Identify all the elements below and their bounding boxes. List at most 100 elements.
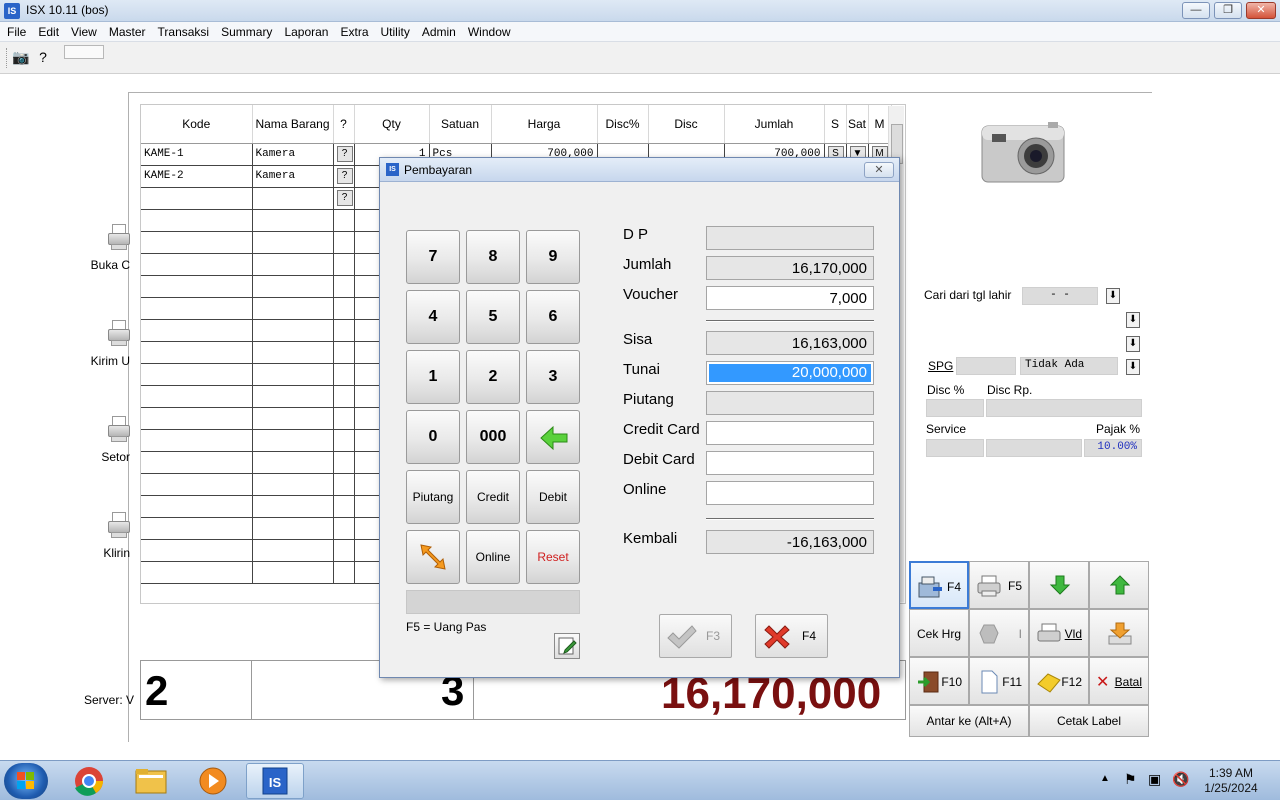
- reset-button[interactable]: Reset: [526, 530, 580, 584]
- grid-cell[interactable]: [333, 319, 355, 342]
- flag-icon[interactable]: ⚑: [1124, 771, 1137, 788]
- download-arrow-icon[interactable]: ⬇: [1126, 312, 1140, 328]
- col-disc[interactable]: Disc: [648, 105, 725, 144]
- close-button[interactable]: ✕: [1246, 2, 1276, 19]
- grid-cell[interactable]: [333, 341, 355, 364]
- key-8[interactable]: 8: [466, 230, 520, 284]
- menu-transaksi[interactable]: Transaksi: [152, 22, 216, 42]
- col-disc-pct[interactable]: Disc%: [597, 105, 649, 144]
- grid-cell[interactable]: [252, 407, 334, 430]
- grid-cell[interactable]: [333, 517, 355, 540]
- credit-card-field[interactable]: [706, 421, 874, 445]
- grid-cell[interactable]: [252, 385, 334, 408]
- cell-nama[interactable]: Kamera: [252, 143, 334, 166]
- grid-cell[interactable]: [252, 539, 334, 562]
- tunai-field[interactable]: 20,000,000: [706, 361, 874, 385]
- batal-button[interactable]: ✕ Batal: [1089, 657, 1149, 705]
- col-kode[interactable]: Kode: [141, 105, 253, 144]
- cancel-f4-button[interactable]: F4: [755, 614, 828, 658]
- grid-cell[interactable]: [252, 275, 334, 298]
- spg-name-field[interactable]: Tidak Ada: [1020, 357, 1118, 375]
- dp-field[interactable]: [706, 226, 874, 250]
- cek-harga-button[interactable]: Cek Hrg: [909, 609, 969, 657]
- exit-f10-button[interactable]: F10: [909, 657, 969, 705]
- debit-button[interactable]: Debit: [526, 470, 580, 524]
- cell-nama[interactable]: [252, 187, 334, 210]
- grid-cell[interactable]: [252, 319, 334, 342]
- grid-cell[interactable]: [141, 561, 253, 584]
- minimize-button[interactable]: —: [1182, 2, 1210, 19]
- cell-kode[interactable]: [141, 187, 253, 210]
- restore-button[interactable]: ❐: [1214, 2, 1242, 19]
- menu-window[interactable]: Window: [462, 22, 517, 42]
- isx-app-icon[interactable]: IS: [246, 763, 304, 799]
- grid-cell[interactable]: [333, 363, 355, 386]
- grid-cell[interactable]: [141, 297, 253, 320]
- cell-nama[interactable]: Kamera: [252, 165, 334, 188]
- disabled-i-button[interactable]: I: [969, 609, 1029, 657]
- disc-pct-field[interactable]: [926, 399, 984, 417]
- grid-cell[interactable]: [141, 539, 253, 562]
- menu-utility[interactable]: Utility: [375, 22, 416, 42]
- grid-cell[interactable]: [141, 231, 253, 254]
- toolbar-field[interactable]: [64, 45, 104, 59]
- grid-cell[interactable]: [141, 473, 253, 496]
- grid-cell[interactable]: [141, 429, 253, 452]
- network-icon[interactable]: ▣: [1148, 771, 1161, 788]
- download-arrow-icon[interactable]: ⬇: [1126, 336, 1140, 352]
- grid-cell[interactable]: [141, 451, 253, 474]
- grid-cell[interactable]: [333, 451, 355, 474]
- col-harga[interactable]: Harga: [491, 105, 598, 144]
- volume-muted-icon[interactable]: 🔇: [1172, 771, 1189, 788]
- grid-cell[interactable]: [252, 451, 334, 474]
- backspace-button[interactable]: [526, 410, 580, 464]
- birthdate-field[interactable]: - -: [1022, 287, 1098, 305]
- key-3[interactable]: 3: [526, 350, 580, 404]
- grid-cell[interactable]: [333, 253, 355, 276]
- piutang-field[interactable]: [706, 391, 874, 415]
- chrome-icon[interactable]: [60, 763, 118, 799]
- col-s[interactable]: S: [824, 105, 847, 144]
- menu-view[interactable]: View: [65, 22, 103, 42]
- key-9[interactable]: 9: [526, 230, 580, 284]
- help-icon[interactable]: ?: [34, 48, 52, 66]
- key-5[interactable]: 5: [466, 290, 520, 344]
- grid-cell[interactable]: [141, 275, 253, 298]
- grid-cell[interactable]: [141, 517, 253, 540]
- media-player-icon[interactable]: [184, 763, 242, 799]
- grid-cell[interactable]: [333, 407, 355, 430]
- grid-cell[interactable]: [333, 539, 355, 562]
- disc-rp-field[interactable]: [986, 399, 1142, 417]
- grid-cell[interactable]: [333, 231, 355, 254]
- edit-note-button[interactable]: [554, 633, 580, 659]
- grid-cell[interactable]: [252, 429, 334, 452]
- menu-file[interactable]: File: [0, 22, 32, 42]
- grid-cell[interactable]: [333, 429, 355, 452]
- show-hidden-icons[interactable]: ▲: [1100, 773, 1110, 784]
- grid-cell[interactable]: [141, 209, 253, 232]
- key-4[interactable]: 4: [406, 290, 460, 344]
- online-button[interactable]: Online: [466, 530, 520, 584]
- grid-cell[interactable]: [252, 231, 334, 254]
- grid-cell[interactable]: [333, 561, 355, 584]
- download-button[interactable]: [1029, 561, 1089, 609]
- menu-extra[interactable]: Extra: [334, 22, 374, 42]
- grid-cell[interactable]: [252, 495, 334, 518]
- side-item-setor[interactable]: Setor: [70, 416, 130, 464]
- side-item-kliring[interactable]: Klirin: [70, 512, 130, 560]
- key-0[interactable]: 0: [406, 410, 460, 464]
- grid-cell[interactable]: [333, 209, 355, 232]
- tray-download-button[interactable]: [1089, 609, 1149, 657]
- service-amount-field[interactable]: [986, 439, 1082, 457]
- side-item-kirim[interactable]: Kirim U: [70, 320, 130, 368]
- new-doc-f11-button[interactable]: F11: [969, 657, 1029, 705]
- confirm-f3-button[interactable]: F3: [659, 614, 732, 658]
- online-field[interactable]: [706, 481, 874, 505]
- cell-kode[interactable]: KAME-1: [141, 143, 253, 166]
- grid-cell[interactable]: [252, 341, 334, 364]
- grid-cell[interactable]: [252, 209, 334, 232]
- file-explorer-icon[interactable]: [122, 763, 180, 799]
- exact-payment-button[interactable]: [406, 530, 460, 584]
- grid-cell[interactable]: [141, 407, 253, 430]
- grid-cell[interactable]: [333, 297, 355, 320]
